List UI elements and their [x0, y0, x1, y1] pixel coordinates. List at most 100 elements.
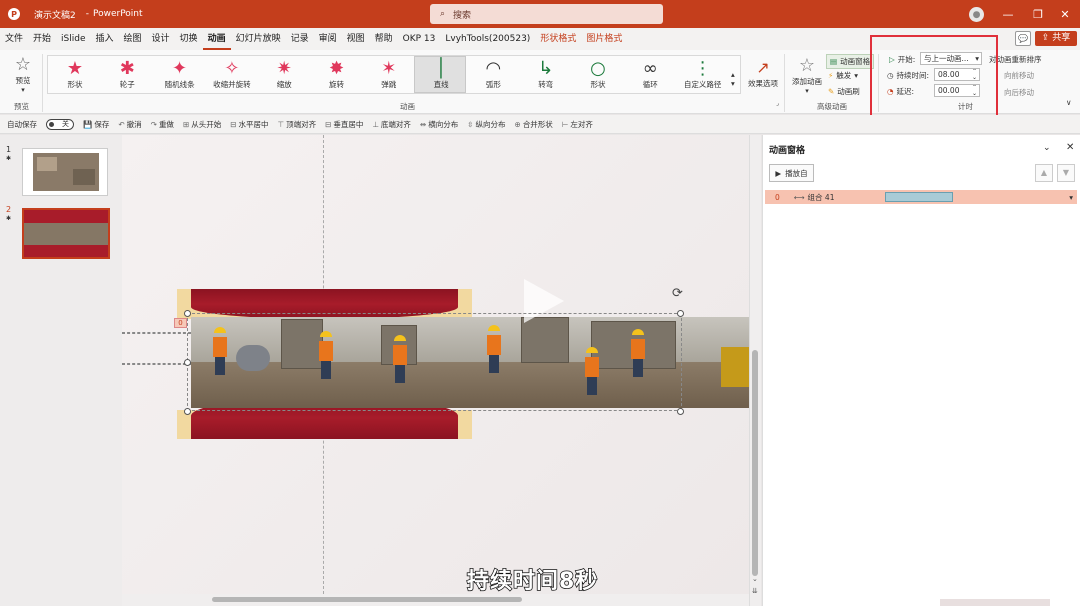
horizontal-scrollbar[interactable] [122, 594, 749, 606]
menu-tab[interactable]: LvyhTools(200523) [440, 28, 535, 50]
quick-access-button[interactable]: 💾 保存 [83, 119, 109, 130]
autosave-toggle[interactable]: 关 [46, 118, 74, 130]
minimize-button[interactable]: — [993, 0, 1023, 28]
close-button[interactable]: ✕ [1050, 0, 1080, 28]
animation-painter-label: 动画刷 [837, 87, 860, 96]
effect-icon: ✸ [328, 57, 345, 79]
animation-effect-button[interactable]: ✧ 收缩并旋转 [206, 57, 258, 90]
menu-tab[interactable]: 图片格式 [581, 28, 627, 50]
trigger-button[interactable]: ⚡ 触发 ▾ [828, 70, 858, 81]
quick-access-icon: ↶ [118, 119, 125, 129]
effect-options-label: 效果选项 [748, 79, 778, 88]
search-box[interactable]: ⌕ 搜索 [430, 4, 663, 24]
animation-effect-button[interactable]: ✱ 轮子 [101, 57, 153, 90]
animation-list-item[interactable]: 0 ⟷ 组合 41 ▾ [765, 190, 1077, 204]
quick-access-icon: ⊟ [325, 119, 332, 129]
effect-options-button[interactable]: ↗ 效果选项 [746, 56, 780, 89]
menu-tab[interactable]: 幻灯片放映 [231, 28, 286, 50]
slide-1-animation-marker: ✱ [6, 155, 12, 162]
animation-effect-button[interactable]: ↳ 转弯 [520, 57, 572, 90]
maximize-button[interactable]: ❐ [1023, 0, 1053, 28]
scroll-down-icon[interactable]: ⌄ [752, 575, 758, 583]
quick-access-icon: ⊕ [514, 119, 521, 129]
play-from-label: 播放自 [785, 168, 808, 178]
animation-effect-button[interactable]: ◠ 弧形 [467, 57, 519, 90]
quick-access-button[interactable]: ⊕ 合并形状 [515, 119, 553, 130]
quick-access-label: 从头开始 [191, 119, 222, 129]
quick-access-button[interactable]: ↷ 重做 [151, 119, 174, 130]
quick-access-button[interactable]: ⇹ 横向分布 [420, 119, 458, 130]
next-slide-icon[interactable]: ⇊ [752, 587, 758, 595]
ribbon-collapse-icon[interactable]: ∨ [1066, 98, 1072, 107]
slide-thumbnail-1[interactable] [22, 148, 108, 196]
animation-effect-button[interactable]: ✶ 弹跳 [363, 57, 415, 90]
move-later-button[interactable]: 向后移动 [1004, 87, 1034, 98]
quick-access-button[interactable]: ⊟ 垂直居中 [325, 119, 363, 130]
move-earlier-button[interactable]: 向前移动 [1004, 70, 1034, 81]
preview-button[interactable]: ☆ 预览 ▾ [7, 53, 39, 95]
move-down-button[interactable]: ▼ [1057, 164, 1075, 182]
menu-tab[interactable]: 切换 [175, 28, 203, 50]
rotate-handle-icon[interactable]: ⟳ [672, 286, 683, 301]
animation-effect-button[interactable]: ⋮ 自定义路径 [677, 57, 729, 90]
quick-access-button[interactable]: ⊥ 底端对齐 [372, 119, 411, 130]
quick-access-button[interactable]: ⊟ 水平居中 [230, 119, 268, 130]
animation-order-tag[interactable]: 0 [174, 318, 187, 328]
menu-tab[interactable]: 开始 [28, 28, 56, 50]
add-animation-button[interactable]: ☆ 添加动画 ▾ [789, 54, 825, 96]
menu-tab[interactable]: 形状格式 [535, 28, 581, 50]
animation-painter-button[interactable]: ✎ 动画刷 [828, 86, 860, 97]
resize-handle[interactable] [677, 408, 684, 415]
animation-effect-button[interactable]: ★ 形状 [49, 57, 101, 90]
animation-pane-button[interactable]: ▤ 动画窗格 [826, 54, 875, 69]
play-from-button[interactable]: ▶ 播放自 [769, 164, 814, 182]
animation-item-dropdown-icon[interactable]: ▾ [1069, 193, 1073, 202]
menu-tab[interactable]: OKP 13 [398, 28, 441, 50]
menu-tab[interactable]: 帮助 [370, 28, 398, 50]
menu-tab[interactable]: 动画 [202, 28, 231, 50]
animation-effect-button[interactable]: │ 直线 [415, 57, 467, 90]
pane-close-icon[interactable]: ✕ [1066, 142, 1074, 153]
animation-effect-button[interactable]: ✸ 旋转 [311, 57, 363, 90]
animation-effect-button[interactable]: ✦ 随机线条 [154, 57, 206, 90]
comment-button[interactable]: 💬 [1015, 31, 1031, 46]
quick-access-button[interactable]: ⇳ 纵向分布 [467, 119, 505, 130]
quick-access-button[interactable]: ⊢ 左对齐 [562, 119, 593, 130]
gallery-more-button[interactable]: ▴ ▾ [731, 70, 735, 88]
animation-effect-button[interactable]: ○ 形状 [572, 57, 624, 90]
menu-tab[interactable]: iSlide [56, 28, 90, 50]
vertical-scroll-thumb[interactable] [752, 350, 758, 576]
animation-effect-button[interactable]: ∞ 循环 [624, 57, 676, 90]
pane-options-chevron-icon[interactable]: ⌄ [1043, 143, 1051, 153]
menu-tab[interactable]: 绘图 [119, 28, 147, 50]
animation-effect-button[interactable]: ✷ 缩放 [258, 57, 310, 90]
menu-tab[interactable]: 插入 [91, 28, 119, 50]
slide-thumbnail-2[interactable] [22, 208, 110, 259]
menu-tab[interactable]: 审阅 [314, 28, 342, 50]
move-up-button[interactable]: ▲ [1035, 164, 1053, 182]
preview-star-icon: ☆ [14, 53, 32, 75]
quick-access-button[interactable]: ⊤ 顶端对齐 [278, 119, 317, 130]
resize-handle[interactable] [184, 359, 191, 366]
animation-timing-bar[interactable] [885, 192, 953, 202]
slide-canvas[interactable]: ⟳ 0 持续时间8秒 [122, 135, 749, 594]
menu-tab[interactable]: 视图 [342, 28, 370, 50]
search-placeholder: 搜索 [453, 10, 472, 21]
resize-handle[interactable] [184, 408, 191, 415]
effect-label: 形状 [67, 80, 83, 89]
resize-handle[interactable] [184, 310, 191, 317]
horizontal-guide [122, 363, 191, 365]
quick-access-icon: ⊥ [372, 119, 379, 129]
resize-handle[interactable] [677, 310, 684, 317]
menu-tab[interactable]: 记录 [286, 28, 314, 50]
menu-tab[interactable]: 文件 [0, 28, 28, 50]
quick-access-button[interactable]: ↶ 撤消 [118, 119, 141, 130]
menu-tab[interactable]: 设计 [147, 28, 175, 50]
quick-access-button[interactable]: ⊞ 从头开始 [183, 119, 221, 130]
horizontal-scroll-thumb[interactable] [212, 597, 522, 602]
vertical-scrollbar[interactable]: ⌄ ⇊ [749, 135, 761, 606]
share-button[interactable]: ⇪ 共享 [1035, 31, 1077, 46]
user-avatar-icon[interactable]: ● [969, 7, 984, 22]
dialog-launcher-icon[interactable]: ⌟ [776, 100, 779, 107]
effect-label: 旋转 [329, 80, 344, 89]
